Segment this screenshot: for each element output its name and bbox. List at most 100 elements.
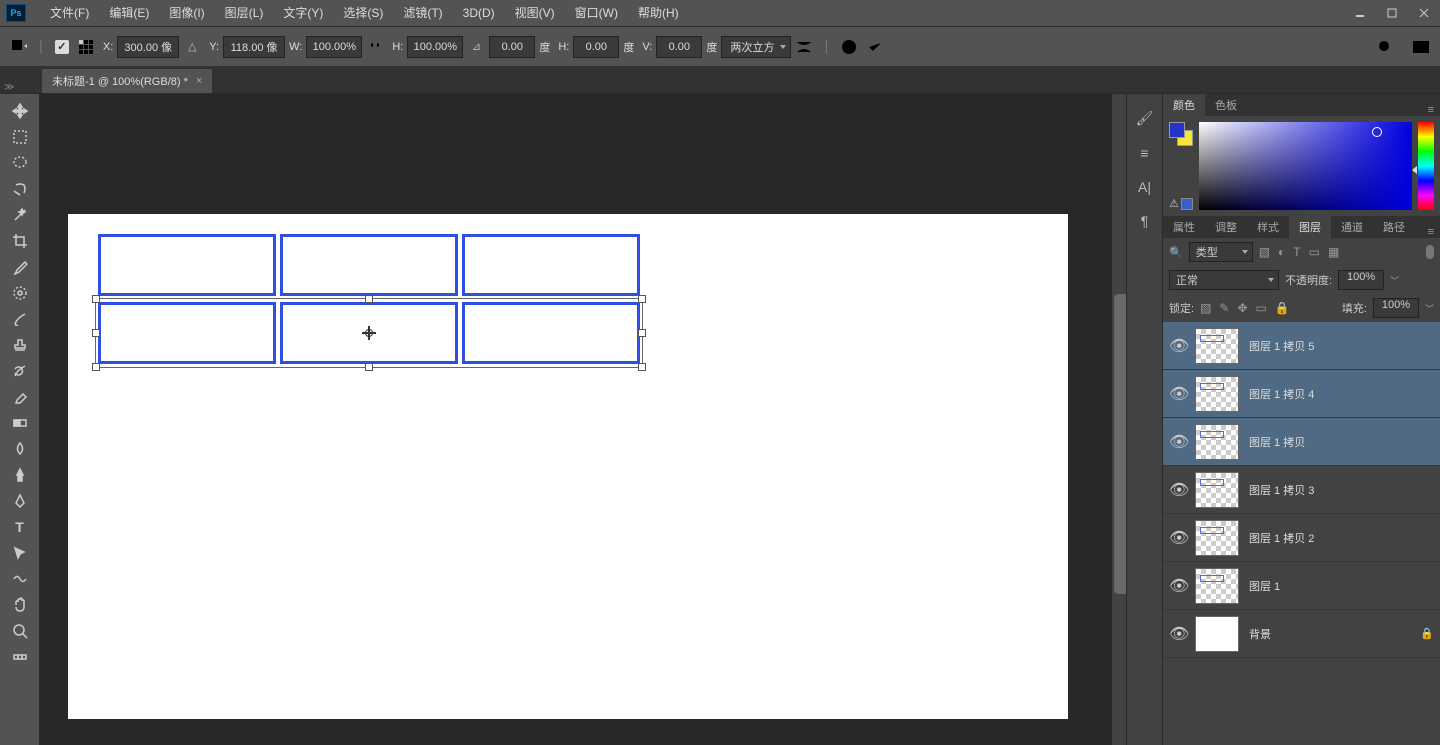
tab-paths[interactable]: 路径 <box>1373 216 1415 238</box>
gamut-warning-icon[interactable]: ⚠ <box>1169 197 1193 210</box>
crop-tool[interactable] <box>4 228 36 254</box>
layer-thumbnail[interactable] <box>1195 616 1239 652</box>
tab-color[interactable]: 颜色 <box>1163 94 1205 116</box>
transform-tool-icon[interactable] <box>8 36 30 58</box>
minimize-button[interactable] <box>1344 0 1376 26</box>
character-panel-icon[interactable]: A| <box>1138 179 1151 195</box>
brush-tool[interactable] <box>4 306 36 332</box>
angle-input[interactable] <box>489 36 535 58</box>
transform-bounding-box[interactable] <box>95 298 643 368</box>
canvas-area[interactable] <box>40 94 1126 745</box>
reference-point-icon[interactable] <box>362 326 376 340</box>
menu-item[interactable]: 帮助(H) <box>628 0 689 26</box>
filter-type-dropdown[interactable]: 类型 <box>1189 242 1253 262</box>
lock-transparent-icon[interactable]: ▧ <box>1200 301 1211 315</box>
menu-item[interactable]: 3D(D) <box>453 0 505 26</box>
pen-tool[interactable] <box>4 488 36 514</box>
stamp-tool[interactable] <box>4 332 36 358</box>
color-field[interactable] <box>1199 122 1412 210</box>
layer-row[interactable]: 👁图层 1 拷贝 3 <box>1163 466 1440 514</box>
type-tool[interactable]: T <box>4 514 36 540</box>
lock-all-icon[interactable]: 🔒 <box>1275 301 1290 315</box>
handle-e[interactable] <box>638 329 646 337</box>
vskew-input[interactable] <box>656 36 702 58</box>
gradient-tool[interactable] <box>4 410 36 436</box>
layer-row[interactable]: 👁图层 1 拷贝 4 <box>1163 370 1440 418</box>
menu-item[interactable]: 滤镜(T) <box>393 0 452 26</box>
search-icon[interactable] <box>1374 36 1396 58</box>
handle-w[interactable] <box>92 329 100 337</box>
menu-item[interactable]: 窗口(W) <box>565 0 628 26</box>
reference-toggle[interactable] <box>55 40 69 54</box>
adjustments-panel-icon[interactable]: ≡ <box>1140 145 1148 161</box>
layer-thumbnail[interactable] <box>1195 568 1239 604</box>
interpolation-dropdown[interactable]: 两次立方 <box>721 36 791 58</box>
layer-row[interactable]: 👁背景🔒 <box>1163 610 1440 658</box>
workspace-icon[interactable] <box>1410 36 1432 58</box>
tab-scroll-icon[interactable]: ≫ <box>4 82 14 93</box>
visibility-toggle[interactable]: 👁 <box>1169 624 1185 644</box>
magic-wand-tool[interactable] <box>4 202 36 228</box>
panel-menu-icon[interactable]: ≡ <box>1422 226 1440 238</box>
close-button[interactable] <box>1408 0 1440 26</box>
hskew-input[interactable] <box>573 36 619 58</box>
lock-paint-icon[interactable]: ✎ <box>1219 301 1229 315</box>
path-select-tool[interactable] <box>4 540 36 566</box>
menu-item[interactable]: 文件(F) <box>40 0 99 26</box>
dodge-tool[interactable] <box>4 462 36 488</box>
hand-tool[interactable] <box>4 592 36 618</box>
link-icon[interactable] <box>364 36 386 58</box>
lock-artboard-icon[interactable]: ▭ <box>1256 301 1267 315</box>
cancel-transform-button[interactable] <box>838 36 860 58</box>
healing-tool[interactable] <box>4 280 36 306</box>
tab-styles[interactable]: 样式 <box>1247 216 1289 238</box>
visibility-toggle[interactable]: 👁 <box>1169 480 1185 500</box>
warp-icon[interactable] <box>793 36 815 58</box>
layer-thumbnail[interactable] <box>1195 520 1239 556</box>
y-input[interactable] <box>223 36 285 58</box>
fg-bg-swatch[interactable] <box>1169 122 1193 146</box>
menu-item[interactable]: 文字(Y) <box>273 0 333 26</box>
filter-shape-icon[interactable]: ▭ <box>1309 245 1320 259</box>
commit-transform-button[interactable] <box>864 36 886 58</box>
layer-thumbnail[interactable] <box>1195 328 1239 364</box>
filter-toggle[interactable] <box>1426 245 1434 259</box>
history-brush-tool[interactable] <box>4 358 36 384</box>
hue-slider[interactable] <box>1418 122 1434 210</box>
menu-item[interactable]: 编辑(E) <box>99 0 159 26</box>
shape-tool[interactable] <box>4 566 36 592</box>
marquee-tool[interactable] <box>4 124 36 150</box>
handle-ne[interactable] <box>638 295 646 303</box>
zoom-tool[interactable] <box>4 618 36 644</box>
menu-item[interactable]: 图层(L) <box>215 0 274 26</box>
delta-icon[interactable]: △ <box>181 36 203 58</box>
color-picker-ring[interactable] <box>1372 127 1382 137</box>
layer-thumbnail[interactable] <box>1195 376 1239 412</box>
canvas[interactable] <box>68 214 1068 719</box>
handle-nw[interactable] <box>92 295 100 303</box>
layer-thumbnail[interactable] <box>1195 472 1239 508</box>
brushes-panel-icon[interactable]: 🖌 <box>1136 110 1154 127</box>
reference-point-icon[interactable] <box>75 36 97 58</box>
opacity-input[interactable]: 100% <box>1338 270 1384 290</box>
visibility-toggle[interactable]: 👁 <box>1169 576 1185 596</box>
lock-position-icon[interactable]: ✥ <box>1237 301 1247 315</box>
filter-smart-icon[interactable]: ▦ <box>1328 245 1339 259</box>
chevron-down-icon[interactable]: ﹀ <box>1425 302 1434 315</box>
visibility-toggle[interactable]: 👁 <box>1169 432 1185 452</box>
h-input[interactable] <box>407 36 463 58</box>
handle-se[interactable] <box>638 363 646 371</box>
layer-row[interactable]: 👁图层 1 拷贝 <box>1163 418 1440 466</box>
fill-input[interactable]: 100% <box>1373 298 1419 318</box>
eyedropper-tool[interactable] <box>4 254 36 280</box>
x-input[interactable] <box>117 36 179 58</box>
blur-tool[interactable] <box>4 436 36 462</box>
foreground-swatch[interactable] <box>1169 122 1185 138</box>
w-input[interactable] <box>306 36 362 58</box>
close-tab-button[interactable]: × <box>196 75 202 87</box>
filter-adjust-icon[interactable]: ◐ <box>1278 245 1285 259</box>
filter-pixel-icon[interactable]: ▧ <box>1259 245 1270 259</box>
quick-select-tool[interactable] <box>4 176 36 202</box>
tab-channels[interactable]: 通道 <box>1331 216 1373 238</box>
maximize-button[interactable] <box>1376 0 1408 26</box>
